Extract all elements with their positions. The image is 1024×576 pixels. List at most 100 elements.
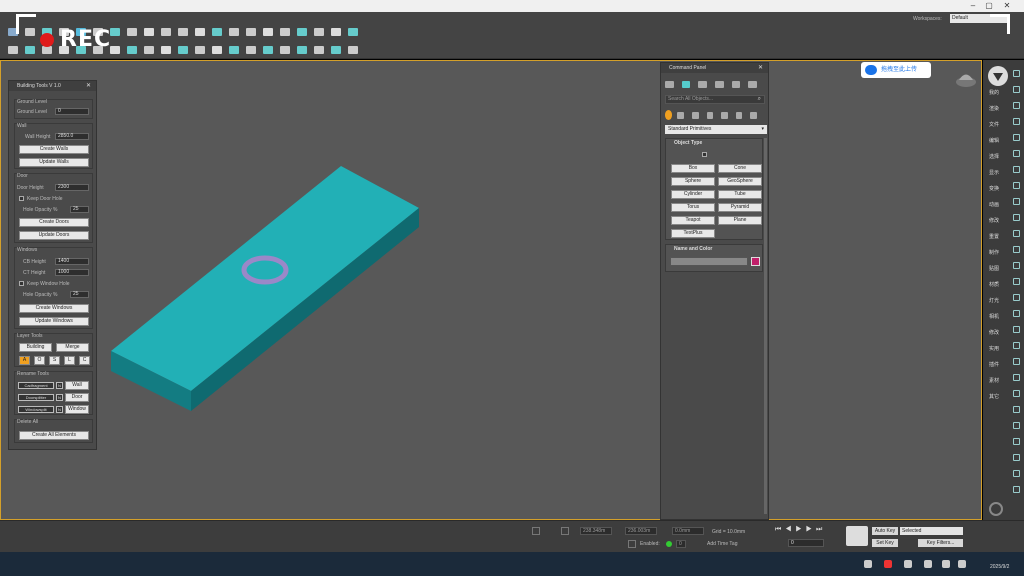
geometry-category-icon[interactable] bbox=[665, 110, 673, 120]
scale-icon[interactable] bbox=[178, 28, 188, 36]
teapot-button[interactable]: Teapot bbox=[671, 216, 715, 225]
layer-c-button[interactable]: C bbox=[79, 356, 90, 365]
tool-icon-19[interactable] bbox=[1013, 374, 1020, 381]
tool-icon-22[interactable] bbox=[1013, 422, 1020, 429]
tool-icon-13[interactable] bbox=[1013, 278, 1020, 285]
lock-selection-icon[interactable] bbox=[532, 527, 540, 535]
name-color-title[interactable]: Name and Color bbox=[666, 245, 762, 254]
snap-icon[interactable] bbox=[229, 28, 239, 36]
create-all-elements-button[interactable]: Create All Elements bbox=[19, 431, 89, 440]
search-icon[interactable]: ⌕ bbox=[758, 96, 761, 103]
curve-icon[interactable] bbox=[331, 28, 341, 36]
tool-icon-23[interactable] bbox=[1013, 438, 1020, 445]
tool-icon-11[interactable] bbox=[1013, 246, 1020, 253]
volume-icon[interactable] bbox=[958, 560, 966, 568]
system-icon[interactable] bbox=[229, 46, 239, 54]
update-windows-button[interactable]: Update Windows bbox=[19, 317, 89, 326]
sidebar-item-16[interactable]: 实用 bbox=[989, 345, 999, 352]
tool-icon-12[interactable] bbox=[1013, 262, 1020, 269]
tool-icon-17[interactable] bbox=[1013, 342, 1020, 349]
command-search-field[interactable]: Search All Objects... ⌕ bbox=[665, 95, 765, 104]
create-windows-button[interactable]: Create Windows bbox=[19, 304, 89, 313]
plane-button[interactable]: Plane bbox=[718, 216, 762, 225]
rename-wall-button[interactable]: Wall bbox=[65, 381, 89, 390]
tool-icon-26[interactable] bbox=[1013, 486, 1020, 493]
keep-window-hole-checkbox[interactable] bbox=[19, 281, 24, 286]
modify-tab-icon[interactable] bbox=[681, 80, 691, 88]
motion-tab-icon[interactable] bbox=[715, 80, 724, 88]
layer-merge-button[interactable]: Merge bbox=[56, 343, 89, 352]
update-doors-button[interactable]: Update Doors bbox=[19, 231, 89, 240]
sidebar-item-1[interactable]: 渲染 bbox=[989, 105, 999, 112]
wall-height-input[interactable]: 2850.0 bbox=[55, 133, 89, 140]
enabled-toggle-icon[interactable] bbox=[628, 540, 636, 548]
sidebar-item-11[interactable]: 贴图 bbox=[989, 265, 999, 272]
tool-icon-18[interactable] bbox=[1013, 358, 1020, 365]
sidebar-item-4[interactable]: 选择 bbox=[989, 153, 999, 160]
sidebar-item-17[interactable]: 插件 bbox=[989, 361, 999, 368]
sidebar-item-8[interactable]: 修改 bbox=[989, 217, 999, 224]
tool-icon-7[interactable] bbox=[1013, 182, 1020, 189]
pivot-icon[interactable] bbox=[212, 28, 222, 36]
tool-icon-21[interactable] bbox=[1013, 406, 1020, 413]
tool-icon-25[interactable] bbox=[1013, 470, 1020, 477]
sidebar-item-12[interactable]: 材质 bbox=[989, 281, 999, 288]
layer-l-button[interactable]: L bbox=[64, 356, 75, 365]
rename-door-n-button[interactable]: N bbox=[56, 394, 63, 401]
spacewarps-category-icon[interactable] bbox=[735, 111, 743, 119]
layer-icon[interactable] bbox=[314, 28, 324, 36]
enabled-value-field[interactable]: 0 bbox=[676, 540, 686, 548]
tool-icon-0[interactable] bbox=[1013, 70, 1020, 77]
set-key-big-icon[interactable] bbox=[846, 526, 868, 546]
viewcube-icon[interactable] bbox=[954, 69, 978, 89]
add-time-tag-label[interactable]: Add Time Tag bbox=[707, 541, 737, 547]
door-height-input[interactable]: 2300 bbox=[55, 184, 89, 191]
plane-icon[interactable] bbox=[110, 46, 120, 54]
rename-wall-name-input[interactable]: Cadfragment bbox=[18, 382, 54, 389]
set-key-button[interactable]: Set Key bbox=[872, 539, 898, 547]
text-icon[interactable] bbox=[144, 46, 154, 54]
tool-icon-9[interactable] bbox=[1013, 214, 1020, 221]
material-icon[interactable] bbox=[8, 46, 18, 54]
tube-button[interactable]: Tube bbox=[718, 190, 762, 199]
ct-height-input[interactable]: 1000 bbox=[55, 269, 89, 276]
tray-arrow-icon[interactable] bbox=[864, 560, 872, 568]
systems-category-icon[interactable] bbox=[750, 111, 757, 119]
sidebar-item-13[interactable]: 灯光 bbox=[989, 297, 999, 304]
helpers-category-icon[interactable] bbox=[721, 111, 728, 119]
object-type-title[interactable]: Object Type bbox=[666, 139, 762, 148]
wifi-icon[interactable] bbox=[942, 560, 950, 568]
create-walls-button[interactable]: Create Walls bbox=[19, 145, 89, 154]
array-icon[interactable] bbox=[314, 46, 324, 54]
close-button[interactable]: ✕ bbox=[1000, 1, 1014, 11]
torus-button[interactable]: Torus bbox=[671, 203, 715, 212]
command-panel-close-button[interactable]: ✕ bbox=[758, 63, 763, 73]
helper-icon[interactable] bbox=[195, 46, 205, 54]
z-coordinate-field[interactable]: 0.0mm bbox=[672, 527, 704, 535]
playback-controls[interactable]: ⏮◀▶▶⏭ bbox=[775, 526, 839, 535]
modifier-icon[interactable] bbox=[246, 46, 256, 54]
schematic-icon[interactable] bbox=[348, 28, 358, 36]
rename-window-n-button[interactable]: N bbox=[56, 406, 63, 413]
tool-icon-14[interactable] bbox=[1013, 294, 1020, 301]
sidebar-item-2[interactable]: 文件 bbox=[989, 121, 999, 128]
sidebar-item-15[interactable]: 修改 bbox=[989, 329, 999, 336]
perspective-viewport[interactable] bbox=[0, 60, 982, 520]
ground-level-input[interactable]: 0 bbox=[55, 108, 89, 115]
sidebar-item-10[interactable]: 制作 bbox=[989, 249, 999, 256]
tool-icon-6[interactable] bbox=[1013, 166, 1020, 173]
cone-button[interactable]: Cone bbox=[718, 164, 762, 173]
sidebar-item-18[interactable]: 素材 bbox=[989, 377, 999, 384]
command-panel-scrollbar[interactable] bbox=[764, 138, 767, 514]
pyramid-button[interactable]: Pyramid bbox=[718, 203, 762, 212]
sidebar-item-7[interactable]: 动画 bbox=[989, 201, 999, 208]
cloud-icon[interactable] bbox=[904, 560, 912, 568]
select-name-icon[interactable] bbox=[110, 28, 120, 36]
object-name-input[interactable] bbox=[670, 257, 748, 266]
object-color-swatch[interactable] bbox=[751, 257, 760, 266]
y-coordinate-field[interactable]: 236.003m bbox=[625, 527, 657, 535]
utilities-tab-icon[interactable] bbox=[748, 80, 758, 88]
door-opacity-input[interactable]: 25 bbox=[70, 206, 89, 213]
sidebar-item-19[interactable]: 其它 bbox=[989, 393, 999, 400]
lights-category-icon[interactable] bbox=[691, 111, 699, 119]
